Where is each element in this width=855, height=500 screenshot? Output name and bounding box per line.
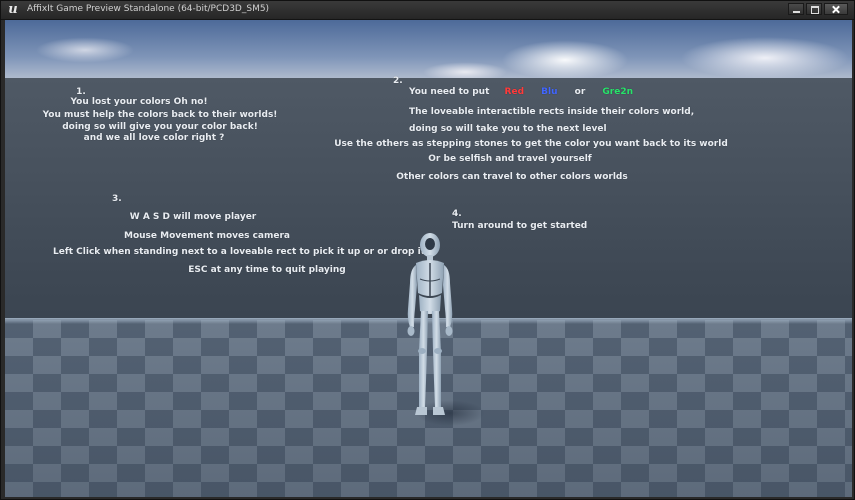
minimize-button[interactable]	[788, 3, 804, 15]
section4-number: 4.	[452, 209, 462, 219]
player-mannequin	[407, 233, 453, 415]
section3-number: 3.	[112, 194, 122, 204]
unreal-engine-logo-icon: u	[8, 2, 18, 17]
title-bar[interactable]: u AffixIt Game Preview Standalone (64-bi…	[1, 1, 854, 20]
color-word-green: Gre2n	[602, 87, 634, 97]
window-controls	[788, 3, 848, 15]
section2-number: 2.	[393, 76, 403, 86]
game-viewport[interactable]: 1. You lost your colors Oh no! You must …	[5, 20, 852, 497]
section1-number: 1.	[76, 87, 86, 97]
section4-line: Turn around to get started	[452, 221, 588, 231]
section3-line: ESC at any time to quit playing	[188, 265, 346, 275]
color-word-red: Red	[504, 87, 525, 97]
section1-line: You must help the colors back to their w…	[42, 110, 278, 120]
section1-line: and we all love color right ?	[83, 133, 225, 143]
close-button[interactable]	[824, 3, 848, 15]
section1-line: doing so will give you your color back!	[62, 122, 258, 132]
section3-line: W A S D will move player	[129, 212, 257, 222]
section3-line: Mouse Movement moves camera	[124, 231, 290, 241]
or-word: or	[574, 87, 586, 97]
section2-line: doing so will take you to the next level	[409, 124, 607, 134]
maximize-button[interactable]	[806, 3, 822, 15]
section2-line: The loveable interactible rects inside t…	[409, 107, 695, 117]
section1-line: You lost your colors Oh no!	[70, 97, 208, 107]
color-word-blue: Blu	[541, 87, 558, 97]
game-window: u AffixIt Game Preview Standalone (64-bi…	[0, 0, 855, 500]
section3-line: Left Click when standing next to a lovea…	[52, 247, 426, 257]
section2-line: Or be selfish and travel yourself	[428, 154, 592, 164]
section2-intro-text: You need to put	[409, 87, 490, 97]
sky	[5, 20, 852, 82]
section2-line: Use the others as stepping stones to get…	[334, 139, 728, 149]
section2-intro: You need to put Red Blu or Gre2n	[409, 87, 633, 97]
section2-line: Other colors can travel to other colors …	[396, 172, 628, 182]
window-title: AffixIt Game Preview Standalone (64-bit/…	[27, 4, 270, 14]
